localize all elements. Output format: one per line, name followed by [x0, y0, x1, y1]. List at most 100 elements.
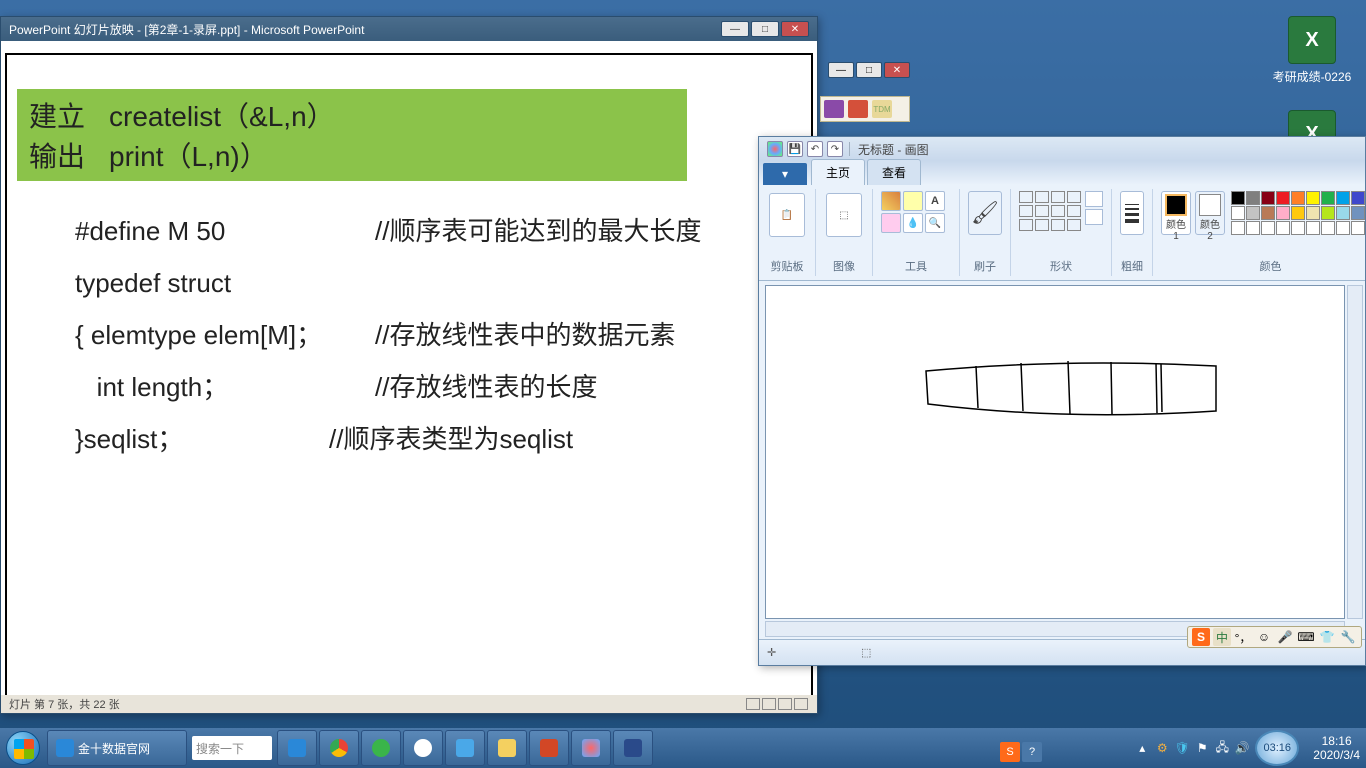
clock-gadget[interactable]: 03:16	[1255, 730, 1299, 766]
color-swatch[interactable]	[1306, 206, 1320, 220]
taskbar-item-chrome[interactable]	[319, 730, 359, 766]
tray-shield-icon[interactable]: 🛡	[1175, 741, 1189, 755]
taskbar-item-360[interactable]	[361, 730, 401, 766]
taskbar-item-powerpoint[interactable]	[529, 730, 569, 766]
close-button[interactable]: ✕	[781, 21, 809, 37]
minimize-button[interactable]: —	[828, 62, 854, 78]
search-input[interactable]: 搜索一下	[192, 736, 272, 760]
desktop-icon-excel1[interactable]: 考研成绩-0226	[1272, 16, 1352, 85]
powerpoint-titlebar[interactable]: PowerPoint 幻灯片放映 - [第2章-1-录屏.ppt] - Micr…	[1, 17, 817, 41]
ime-face-icon[interactable]: ☺	[1255, 628, 1273, 646]
color-swatch[interactable]	[1231, 206, 1245, 220]
color-swatch[interactable]	[1261, 221, 1275, 235]
minimize-button[interactable]: —	[721, 21, 749, 37]
color-swatch[interactable]	[1336, 221, 1350, 235]
paint-canvas[interactable]	[765, 285, 1345, 619]
color-swatch[interactable]	[1321, 221, 1335, 235]
color-swatch[interactable]	[1276, 206, 1290, 220]
color-swatch[interactable]	[1276, 221, 1290, 235]
view-normal-icon[interactable]	[746, 698, 760, 710]
redo-icon[interactable]: ↷	[827, 141, 843, 157]
color-swatch[interactable]	[1306, 221, 1320, 235]
ime-help-icon[interactable]: ?	[1022, 742, 1042, 762]
color-palette[interactable]	[1231, 191, 1366, 235]
color1-button[interactable]: 颜色 1	[1161, 191, 1191, 235]
ime-skin-icon[interactable]: 👕	[1318, 628, 1336, 646]
tray-volume-icon[interactable]: 🔊	[1235, 741, 1249, 755]
sogou-tray-icon[interactable]: S	[1000, 742, 1020, 762]
color-swatch[interactable]	[1231, 191, 1245, 205]
picker-tool[interactable]	[903, 213, 923, 233]
view-slideshow-icon[interactable]	[794, 698, 808, 710]
maximize-button[interactable]: □	[751, 21, 779, 37]
color-swatch[interactable]	[1321, 206, 1335, 220]
select-button[interactable]: ⬚	[826, 193, 862, 237]
color-swatch[interactable]	[1336, 206, 1350, 220]
taskbar-item-baidu[interactable]	[403, 730, 443, 766]
taskbar-item-devcpp[interactable]	[613, 730, 653, 766]
color-swatch[interactable]	[1351, 221, 1365, 235]
ime-punct-icon[interactable]: °，	[1234, 628, 1252, 646]
paste-button[interactable]: 📋	[769, 193, 805, 237]
color-swatch[interactable]	[1351, 206, 1365, 220]
view-sorter-icon[interactable]	[762, 698, 776, 710]
eraser-tool[interactable]	[881, 213, 901, 233]
color-swatch[interactable]	[1321, 191, 1335, 205]
color-swatch[interactable]	[1246, 206, 1260, 220]
view-reading-icon[interactable]	[778, 698, 792, 710]
slide-area[interactable]: 建立createlist（&L,n） 输出print（L,n)） #define…	[5, 53, 813, 699]
maximize-button[interactable]: □	[856, 62, 882, 78]
color-swatch[interactable]	[1306, 191, 1320, 205]
tray-expand-icon[interactable]: ▴	[1135, 741, 1149, 755]
shape-fill-button[interactable]	[1085, 209, 1103, 225]
color-swatch[interactable]	[1336, 191, 1350, 205]
tray-network-icon[interactable]: 🖧	[1215, 741, 1229, 755]
taskbar-item-browser[interactable]: 金十数据官网	[47, 730, 187, 766]
toolbar-icon-tdm[interactable]: TDM	[872, 100, 892, 118]
color-swatch[interactable]	[1246, 221, 1260, 235]
ime-tray[interactable]: S ?	[1000, 738, 1042, 766]
fill-tool[interactable]	[903, 191, 923, 211]
color-swatch[interactable]	[1246, 191, 1260, 205]
paint-titlebar[interactable]: 💾 ↶ ↷ 无标题 - 画图	[759, 137, 1365, 161]
sogou-icon[interactable]: S	[1192, 628, 1210, 646]
brushes-button[interactable]	[968, 191, 1002, 235]
color-swatch[interactable]	[1261, 206, 1275, 220]
ime-mic-icon[interactable]: 🎤	[1276, 628, 1294, 646]
start-button[interactable]	[0, 728, 46, 768]
tab-view[interactable]: 查看	[867, 159, 921, 185]
ime-lang-icon[interactable]: 中	[1213, 628, 1231, 646]
tray-action-icon[interactable]: ⚑	[1195, 741, 1209, 755]
pencil-tool[interactable]	[881, 191, 901, 211]
taskbar-item-ie[interactable]	[277, 730, 317, 766]
file-menu-button[interactable]: ▾	[763, 163, 807, 185]
color-swatch[interactable]	[1276, 191, 1290, 205]
color-swatch[interactable]	[1291, 191, 1305, 205]
shapes-gallery[interactable]	[1019, 191, 1081, 231]
tray-security-icon[interactable]: ⚙	[1155, 741, 1169, 755]
save-icon[interactable]: 💾	[787, 141, 803, 157]
ime-tools-icon[interactable]: 🔧	[1339, 628, 1357, 646]
tab-home[interactable]: 主页	[811, 159, 865, 185]
color-swatch[interactable]	[1291, 221, 1305, 235]
color2-button[interactable]: 颜色 2	[1195, 191, 1225, 235]
vertical-scrollbar[interactable]	[1347, 285, 1363, 619]
shape-outline-button[interactable]	[1085, 191, 1103, 207]
taskbar-item-explorer[interactable]	[487, 730, 527, 766]
color-swatch[interactable]	[1261, 191, 1275, 205]
toolbar-icon-1[interactable]	[824, 100, 844, 118]
tray-clock[interactable]: 18:16 2020/3/4	[1313, 734, 1360, 763]
ime-keyboard-icon[interactable]: ⌨	[1297, 628, 1315, 646]
color-swatch[interactable]	[1291, 206, 1305, 220]
size-button[interactable]	[1120, 191, 1144, 235]
undo-icon[interactable]: ↶	[807, 141, 823, 157]
close-button[interactable]: ✕	[884, 62, 910, 78]
taskbar-item-desktop[interactable]	[445, 730, 485, 766]
text-tool[interactable]	[925, 191, 945, 211]
taskbar-item-paint[interactable]	[571, 730, 611, 766]
toolbar-icon-2[interactable]	[848, 100, 868, 118]
color-swatch[interactable]	[1231, 221, 1245, 235]
ime-toolbar[interactable]: S 中 °， ☺ 🎤 ⌨ 👕 🔧	[1187, 626, 1362, 648]
magnifier-tool[interactable]	[925, 213, 945, 233]
color-swatch[interactable]	[1351, 191, 1365, 205]
